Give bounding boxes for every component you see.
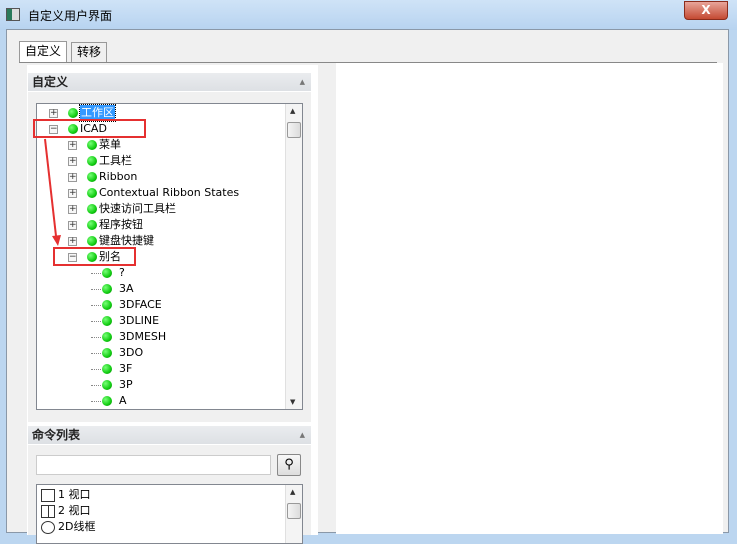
annotation-arrow (44, 138, 61, 246)
